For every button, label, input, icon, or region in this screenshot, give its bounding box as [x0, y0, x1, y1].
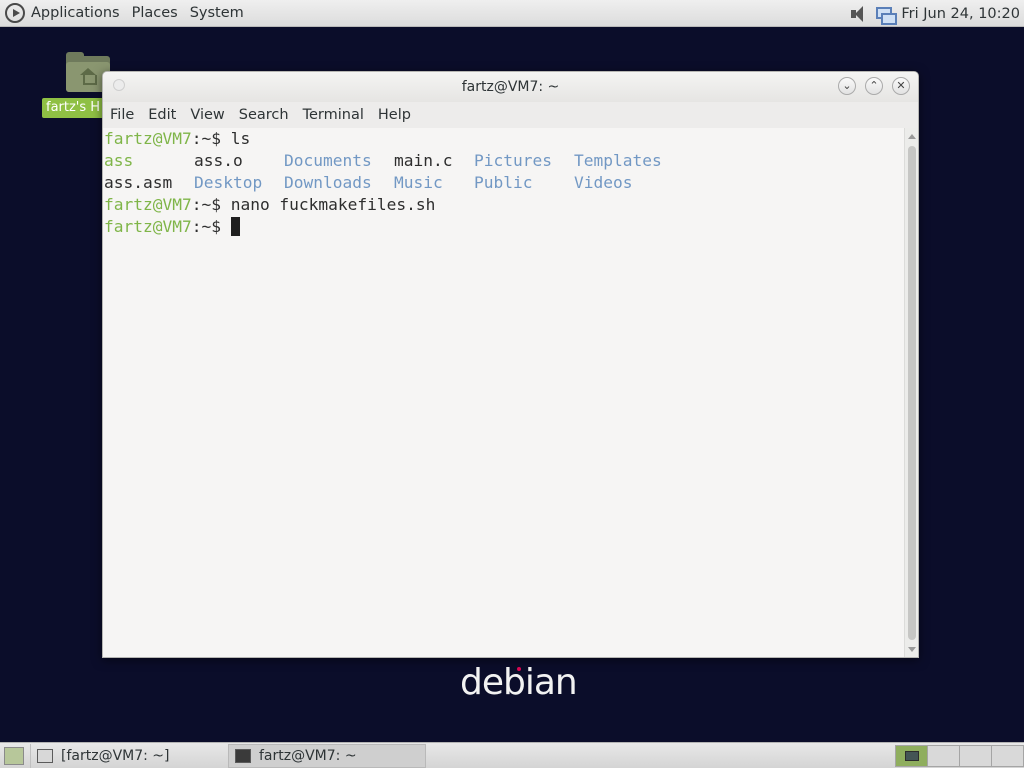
places-menu[interactable]: Places	[132, 5, 178, 21]
file-regular: main.c	[394, 151, 453, 170]
terminal-line: fartz@VM7:~$ ls	[104, 128, 904, 150]
top-panel: Applications Places System Fri Jun 24, 1…	[0, 0, 1024, 27]
window-icon	[37, 748, 53, 763]
terminal-window: fartz@VM7: ~ ⌄ ⌃ ✕ File Edit View Search…	[102, 71, 919, 658]
file-directory: Documents	[284, 151, 372, 170]
prompt-user: fartz@VM7	[104, 217, 192, 236]
prompt-path: :~$	[191, 217, 231, 236]
network-icon[interactable]	[875, 5, 898, 25]
close-button[interactable]: ✕	[892, 77, 910, 95]
workspace-4[interactable]	[991, 745, 1024, 767]
file-directory: Downloads	[284, 173, 372, 192]
file-directory: Templates	[574, 151, 662, 170]
terminal-output[interactable]: fartz@VM7:~$ ls ass ass.o Documents main.c P…	[103, 128, 904, 657]
menu-file[interactable]: File	[109, 107, 135, 123]
scroll-down-icon[interactable]	[908, 647, 916, 652]
window-title: fartz@VM7: ~	[461, 79, 560, 95]
scrollbar-thumb[interactable]	[908, 146, 916, 640]
home-folder-label: fartz's H	[42, 98, 105, 118]
bottom-panel: [fartz@VM7: ~] fartz@VM7: ~	[0, 742, 1024, 768]
command-text: ls	[230, 129, 251, 148]
terminal-line: fartz@VM7:~$ nano fuckmakefiles.sh	[104, 194, 904, 216]
taskbar-item-active[interactable]: fartz@VM7: ~	[228, 743, 426, 768]
file-directory: Public	[474, 173, 533, 192]
file-directory: Videos	[574, 173, 633, 192]
show-desktop-icon[interactable]	[4, 746, 24, 765]
file-directory: Pictures	[474, 151, 552, 170]
workspace-switcher	[895, 745, 1024, 767]
prompt-path: :~$	[191, 129, 231, 148]
terminal-scrollbar[interactable]	[904, 128, 918, 657]
prompt-user: fartz@VM7	[104, 129, 192, 148]
file-regular: ass.o	[194, 151, 243, 170]
file-directory: Music	[394, 173, 443, 192]
system-menu[interactable]: System	[190, 5, 244, 21]
workspace-1[interactable]	[895, 745, 928, 767]
volume-icon[interactable]	[849, 5, 869, 23]
workspace-3[interactable]	[959, 745, 992, 767]
system-tray: Fri Jun 24, 10:20	[849, 0, 1024, 27]
file-directory: Desktop	[194, 173, 263, 192]
menu-terminal[interactable]: Terminal	[302, 107, 365, 123]
debian-menu-icon[interactable]	[5, 3, 25, 23]
menu-search[interactable]: Search	[238, 107, 290, 123]
debian-logo-dot	[517, 667, 521, 671]
command-text: nano fuckmakefiles.sh	[230, 195, 436, 214]
menu-view[interactable]: View	[189, 107, 225, 123]
applications-menu[interactable]: Applications	[31, 5, 120, 21]
terminal-icon	[235, 748, 251, 763]
file-regular: ass.asm	[104, 173, 173, 192]
window-titlebar[interactable]: fartz@VM7: ~ ⌄ ⌃ ✕	[103, 72, 918, 102]
prompt-user: fartz@VM7	[104, 195, 192, 214]
taskbar-item-label: fartz@VM7: ~	[259, 747, 357, 764]
terminal-menubar: File Edit View Search Terminal Help	[103, 102, 918, 128]
workspace-window-preview	[904, 751, 919, 761]
terminal-line: ass ass.o Documents main.c Pictures Templates	[104, 150, 904, 172]
workspace-2[interactable]	[927, 745, 960, 767]
house-icon	[80, 68, 97, 85]
taskbar-item[interactable]: [fartz@VM7: ~]	[30, 743, 228, 768]
minimize-button[interactable]: ⌄	[838, 77, 856, 95]
terminal-line: fartz@VM7:~$	[104, 216, 904, 238]
clock[interactable]: Fri Jun 24, 10:20	[901, 6, 1020, 22]
menu-help[interactable]: Help	[377, 107, 412, 123]
scroll-up-icon[interactable]	[908, 134, 916, 139]
terminal-line: ass.asm Desktop Downloads Music Public Videos	[104, 172, 904, 194]
taskbar-item-label: [fartz@VM7: ~]	[61, 747, 170, 764]
file-executable: ass	[104, 151, 134, 170]
maximize-button[interactable]: ⌃	[865, 77, 883, 95]
prompt-path: :~$	[191, 195, 231, 214]
menu-edit[interactable]: Edit	[147, 107, 177, 123]
text-cursor	[230, 217, 240, 236]
